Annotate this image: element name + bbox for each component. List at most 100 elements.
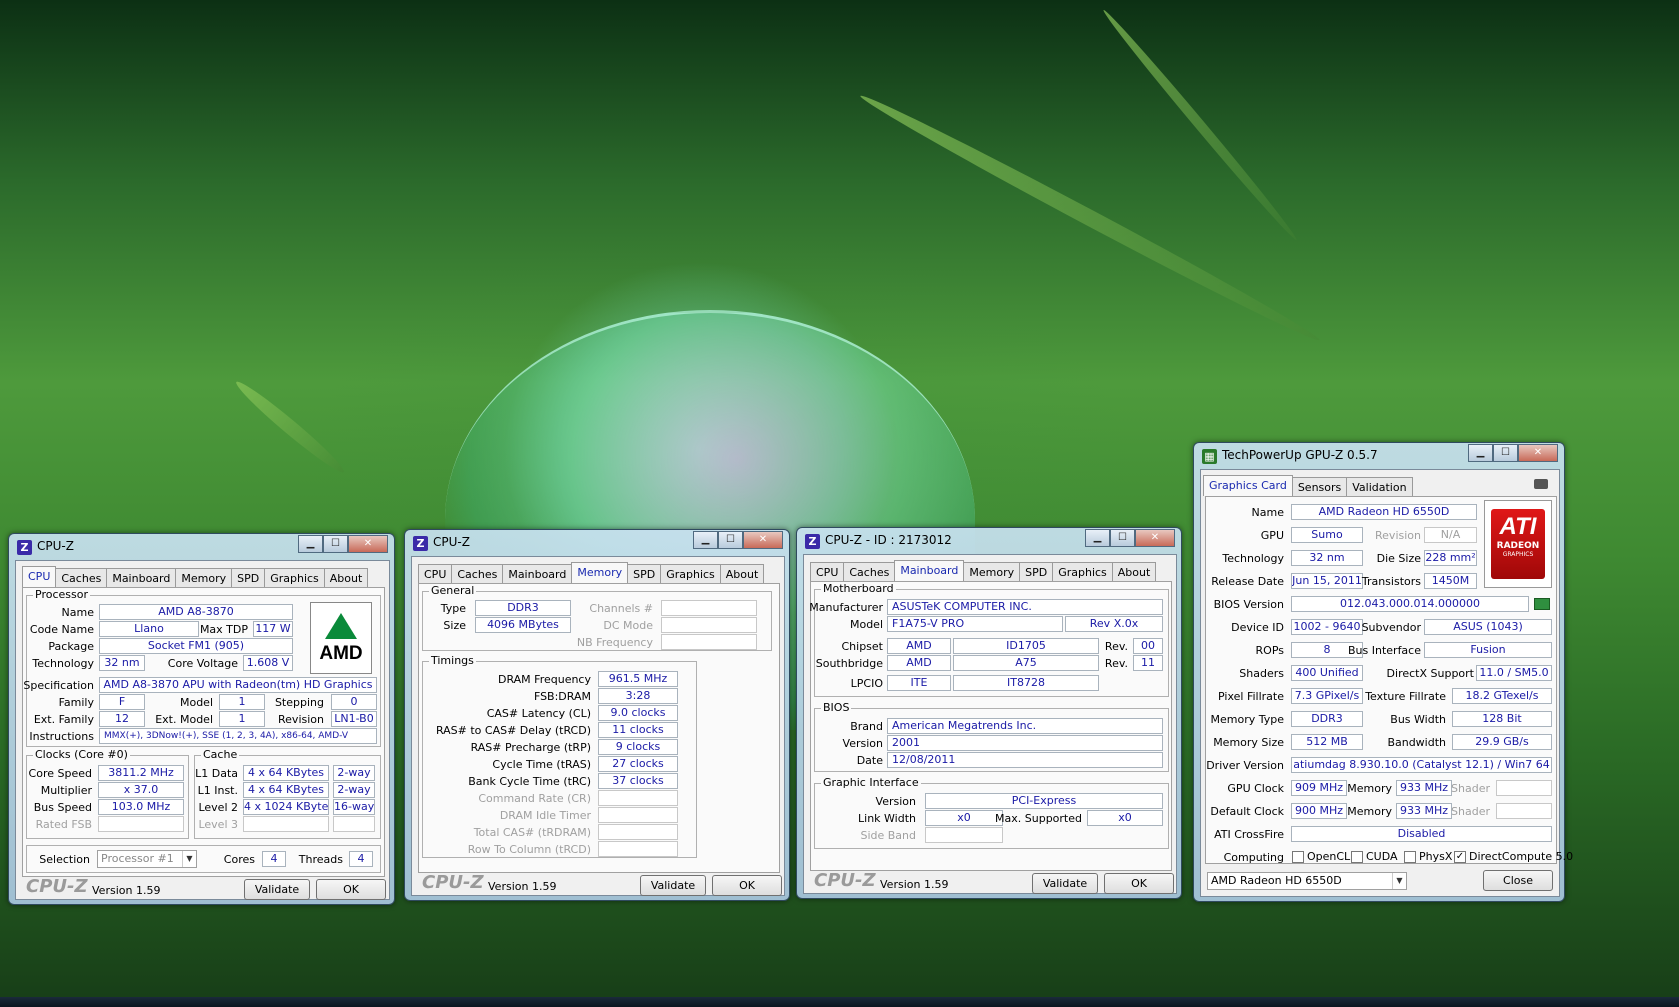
ok-button[interactable]: OK (316, 879, 386, 900)
level2-way: 16-way (333, 799, 375, 815)
close-button[interactable]: ✕ (1518, 444, 1558, 462)
radeon-logo-text: RADEON (1496, 541, 1540, 551)
minimize-button[interactable]: ▁ (693, 531, 718, 549)
maximize-button[interactable]: ☐ (1493, 444, 1518, 462)
type-label: Type (440, 602, 466, 615)
rops-label: ROPs (1255, 644, 1284, 657)
motherboard-group: Motherboard Manufacturer ASUSTeK COMPUTE… (809, 582, 1169, 697)
timings-group: Timings DRAM Frequency 961.5 MHz FSB:DRA… (422, 654, 697, 858)
bios-save-icon[interactable] (1534, 598, 1550, 610)
close-button[interactable]: ✕ (1135, 529, 1175, 547)
driver-label: Driver Version (1206, 759, 1284, 772)
tab-bar: Graphics Card Sensors Validation (1203, 475, 1553, 496)
family-value: F (99, 694, 145, 710)
tab-mainboard[interactable]: Mainboard (502, 564, 573, 583)
tab-cpu[interactable]: CPU (22, 566, 57, 587)
close-button[interactable]: ✕ (348, 535, 388, 553)
tab-spd[interactable]: SPD (627, 564, 662, 583)
bandwidth-label: Bandwidth (1387, 736, 1446, 749)
validate-button[interactable]: Validate (1032, 873, 1098, 894)
minimize-button[interactable]: ▁ (298, 535, 323, 553)
processor-select[interactable]: Processor #1 ▼ (97, 850, 197, 868)
graphic-interface-group: Graphic Interface Version PCI-Express Li… (814, 776, 1169, 849)
title-bar[interactable]: Z CPU-Z ▁ ☐ ✕ (405, 530, 789, 556)
directx-label: DirectX Support (1386, 667, 1474, 680)
checkbox-box[interactable] (1404, 850, 1416, 863)
tab-about[interactable]: About (1111, 562, 1157, 581)
cpuz-memory-window[interactable]: Z CPU-Z ▁ ☐ ✕ CPU Caches Mainboard Memor… (404, 529, 790, 901)
southbridge-vendor-value: AMD (887, 655, 951, 671)
tab-caches[interactable]: Caches (55, 568, 108, 587)
maximize-button[interactable]: ☐ (323, 535, 348, 553)
tab-spd[interactable]: SPD (231, 568, 266, 587)
defaultclock-label: Default Clock (1210, 805, 1284, 818)
camera-icon[interactable] (1534, 479, 1548, 489)
cuda-checkbox[interactable]: CUDA (1351, 850, 1398, 863)
ok-button[interactable]: OK (1104, 873, 1174, 894)
tab-caches[interactable]: Caches (451, 564, 504, 583)
tab-memory[interactable]: Memory (963, 562, 1021, 581)
physx-checkbox[interactable]: PhysX (1404, 850, 1452, 863)
trc-label: Bank Cycle Time (tRC) (468, 775, 591, 788)
checkmark-icon[interactable]: ✓ (1454, 850, 1466, 863)
corevoltage-label: Core Voltage (167, 657, 238, 670)
close-dialog-button[interactable]: Close (1483, 870, 1553, 891)
technology-value: 32 nm (99, 655, 145, 671)
tab-about[interactable]: About (323, 568, 369, 587)
bios-version-value: 2001 (887, 735, 1163, 751)
cpuz-cpu-window[interactable]: Z CPU-Z ▁ ☐ ✕ CPU Caches Mainboard Memor… (8, 533, 395, 905)
shaders-label: Shaders (1239, 667, 1284, 680)
tab-panel: General Type DDR3 Size 4096 MBytes Chann… (418, 583, 780, 873)
tab-memory[interactable]: Memory (175, 568, 233, 587)
tab-validation[interactable]: Validation (1346, 477, 1413, 496)
device-select[interactable]: AMD Radeon HD 6550D ▼ (1207, 872, 1407, 890)
gpuz-window[interactable]: ▦ TechPowerUp GPU-Z 0.5.7 ▁ ☐ ✕ Graphics… (1193, 442, 1573, 902)
businterface-label: Bus Interface (1348, 644, 1421, 657)
tab-caches[interactable]: Caches (843, 562, 896, 581)
chevron-down-icon[interactable]: ▼ (1392, 873, 1406, 889)
tab-mainboard[interactable]: Mainboard (106, 568, 177, 587)
chevron-down-icon[interactable]: ▼ (182, 851, 196, 867)
directcompute-checkbox[interactable]: ✓ DirectCompute 5.0 (1454, 850, 1573, 863)
tab-sensors[interactable]: Sensors (1291, 477, 1348, 496)
maximize-button[interactable]: ☐ (1110, 529, 1135, 547)
taskbar[interactable] (0, 997, 1679, 1007)
title-bar[interactable]: Z CPU-Z ▁ ☐ ✕ (9, 534, 394, 560)
ok-button[interactable]: OK (712, 875, 782, 896)
multiplier-value: x 37.0 (98, 782, 184, 798)
title-bar[interactable]: Z CPU-Z - ID : 2173012 ▁ ☐ ✕ (797, 528, 1181, 554)
tab-mainboard[interactable]: Mainboard (894, 560, 965, 581)
tab-graphics-card[interactable]: Graphics Card (1203, 475, 1293, 496)
southbridge-rev-label: Rev. (1104, 657, 1128, 670)
tab-bar: CPU Caches Mainboard Memory SPD Graphics… (418, 562, 778, 583)
tab-memory[interactable]: Memory (571, 562, 629, 583)
minimize-button[interactable]: ▁ (1085, 529, 1110, 547)
idle-value (598, 807, 678, 823)
manufacturer-value: ASUSTeK COMPUTER INC. (887, 599, 1163, 615)
group-label: Clocks (Core #0) (33, 748, 130, 761)
tab-cpu[interactable]: CPU (418, 564, 453, 583)
manufacturer-label: Manufacturer (809, 601, 883, 614)
validate-button[interactable]: Validate (640, 875, 706, 896)
southbridge-label: Southbridge (815, 657, 883, 670)
tab-graphics[interactable]: Graphics (264, 568, 325, 587)
graphics-logo-text: GRAPHICS (1502, 551, 1534, 558)
opencl-checkbox[interactable]: OpenCL (1292, 850, 1350, 863)
tab-graphics[interactable]: Graphics (660, 564, 721, 583)
tab-cpu[interactable]: CPU (810, 562, 845, 581)
cpuz-icon: Z (805, 534, 820, 549)
cpuz-mainboard-window[interactable]: Z CPU-Z - ID : 2173012 ▁ ☐ ✕ CPU Caches … (796, 527, 1182, 899)
checkbox-box[interactable] (1292, 850, 1304, 863)
validate-button[interactable]: Validate (244, 879, 310, 900)
maximize-button[interactable]: ☐ (718, 531, 743, 549)
minimize-button[interactable]: ▁ (1468, 444, 1493, 462)
tab-graphics[interactable]: Graphics (1052, 562, 1113, 581)
l1data-way: 2-way (333, 765, 375, 781)
title-bar[interactable]: ▦ TechPowerUp GPU-Z 0.5.7 ▁ ☐ ✕ (1194, 443, 1564, 469)
extfamily-label: Ext. Family (33, 713, 94, 726)
tab-spd[interactable]: SPD (1019, 562, 1054, 581)
close-button[interactable]: ✕ (743, 531, 783, 549)
tab-about[interactable]: About (719, 564, 765, 583)
trp-label: RAS# Precharge (tRP) (470, 741, 591, 754)
checkbox-box[interactable] (1351, 850, 1363, 863)
